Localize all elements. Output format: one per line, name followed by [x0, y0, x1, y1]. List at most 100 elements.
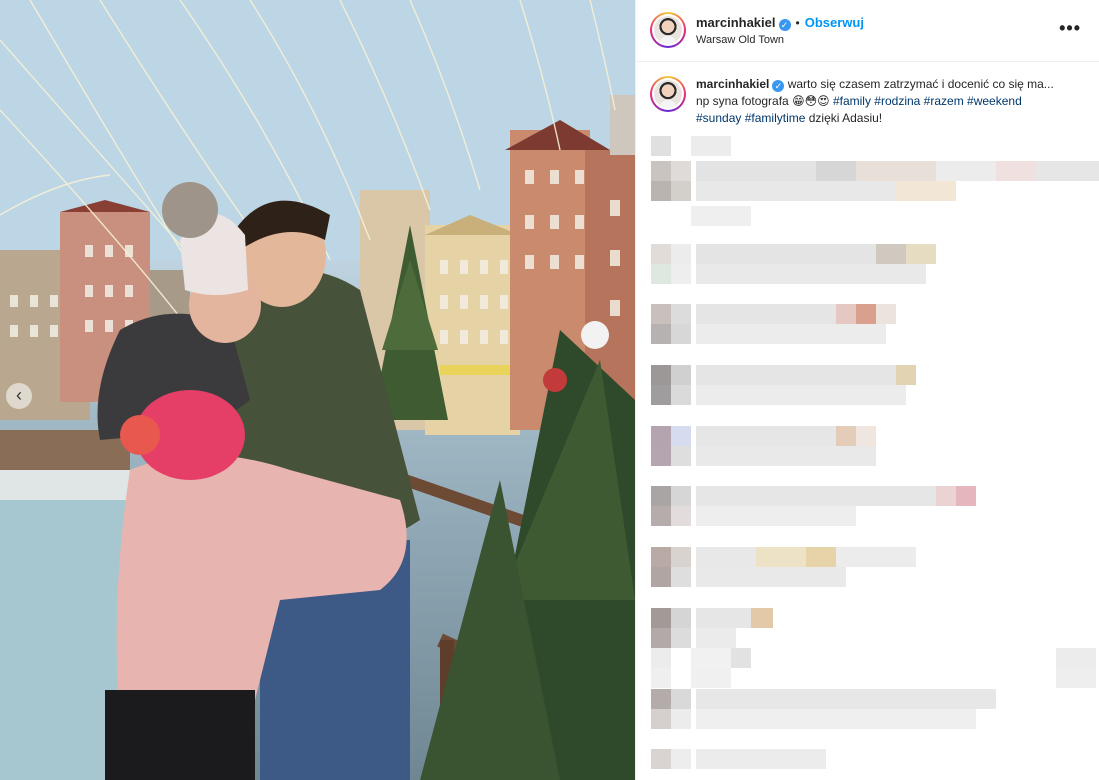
post-header: marcinhakiel ✓ • Obserwuj Warsaw Old Town •… — [636, 0, 1099, 62]
blurred-comment-block — [671, 181, 691, 201]
more-options-icon[interactable]: ••• — [1059, 18, 1081, 39]
location-link[interactable]: Warsaw Old Town — [696, 34, 784, 46]
blurred-comment-block — [856, 304, 876, 324]
blurred-comment-block — [651, 648, 671, 668]
blurred-comment-block — [696, 426, 836, 446]
blurred-comment-block — [696, 324, 886, 344]
hashtag-link[interactable]: #familytime — [745, 111, 806, 125]
blurred-comment-block — [1056, 648, 1096, 668]
separator-dot: • — [795, 16, 800, 30]
blurred-comment-block — [836, 304, 856, 324]
photo-scene — [0, 0, 635, 780]
caption-username-link[interactable]: marcinhakiel — [696, 77, 769, 91]
blurred-comment-block — [671, 628, 691, 648]
blurred-comment-block — [671, 304, 691, 324]
hashtag-link[interactable]: #razem — [924, 94, 964, 108]
blurred-comment-block — [876, 304, 896, 324]
blurred-comment-block — [696, 567, 846, 587]
blurred-comment-block — [956, 486, 976, 506]
header-avatar[interactable] — [650, 12, 686, 48]
header-user-line: marcinhakiel ✓ • Obserwuj — [696, 15, 864, 31]
blurred-comment-block — [651, 181, 671, 201]
blurred-comment-block — [671, 446, 691, 466]
blurred-comment-block — [696, 304, 836, 324]
blurred-comment-block — [651, 365, 671, 385]
blurred-comment-block — [671, 264, 691, 284]
avatar-image — [654, 80, 682, 108]
blurred-comment-block — [996, 161, 1036, 181]
blurred-comment-block — [751, 608, 773, 628]
verified-badge-icon: ✓ — [772, 80, 785, 92]
blurred-comment-block — [671, 161, 691, 181]
blurred-comment-block — [696, 608, 756, 628]
blurred-comment-block — [696, 709, 976, 729]
blurred-comment-block — [671, 749, 691, 769]
blurred-comment-block — [696, 547, 756, 567]
blurred-comment-block — [671, 324, 691, 344]
blurred-comment-block — [651, 385, 671, 405]
hashtag-link[interactable]: #rodzina — [874, 94, 920, 108]
blurred-comment-block — [696, 161, 816, 181]
carousel-prev-button[interactable]: ‹ — [6, 383, 32, 409]
blurred-comment-block — [816, 161, 856, 181]
caption-line-2: np syna fotografa 😁😳😍 — [696, 94, 830, 108]
blurred-comment-block — [696, 749, 826, 769]
header-username-link[interactable]: marcinhakiel — [696, 15, 776, 30]
blurred-comment-block — [906, 244, 936, 264]
blurred-comment-block — [696, 181, 896, 201]
blurred-comment-block — [671, 385, 691, 405]
caption-text: marcinhakiel ✓ warto się czasem zatrzymać… — [696, 76, 1076, 127]
blurred-comment-block — [696, 385, 906, 405]
blurred-comment-block — [671, 567, 691, 587]
blurred-comment-block — [1036, 161, 1099, 181]
hashtag-link[interactable]: #family — [833, 94, 871, 108]
blurred-comment-block — [856, 161, 936, 181]
blurred-comment-block — [651, 486, 671, 506]
blurred-comment-block — [1056, 668, 1096, 688]
follow-button[interactable]: Obserwuj — [805, 15, 864, 30]
blurred-comment-block — [836, 426, 856, 446]
hashtag-link[interactable]: #weekend — [967, 94, 1022, 108]
blurred-comment-block — [696, 628, 736, 648]
blurred-comment-block — [651, 304, 671, 324]
blurred-comment-block — [651, 749, 671, 769]
blurred-comment-block — [651, 628, 671, 648]
blurred-comment-block — [671, 365, 691, 385]
blurred-comment-block — [876, 244, 906, 264]
blurred-comment-block — [691, 668, 731, 688]
blurred-comment-block — [896, 181, 956, 201]
blurred-comment-block — [651, 506, 671, 526]
blurred-comment-block — [651, 567, 671, 587]
caption-line-1: warto się czasem zatrzymać i docenić co … — [787, 77, 1054, 91]
caption: marcinhakiel ✓ warto się czasem zatrzymać… — [636, 62, 1099, 142]
blurred-comment-block — [896, 365, 916, 385]
blurred-comment-block — [651, 689, 671, 709]
blurred-comment-block — [696, 689, 996, 709]
blurred-comment-block — [696, 446, 876, 466]
caption-line-3: dzięki Adasiu! — [808, 111, 883, 125]
post-photo[interactable]: ‹ — [0, 0, 635, 780]
blurred-comment-block — [691, 136, 731, 156]
blurred-comment-block — [696, 486, 936, 506]
blurred-comment-block — [936, 486, 956, 506]
blurred-comment-block — [651, 136, 671, 156]
blurred-comment-block — [651, 324, 671, 344]
blurred-comment-block — [651, 668, 671, 688]
blurred-comment-block — [671, 689, 691, 709]
blurred-comment-block — [671, 426, 691, 446]
avatar-image — [654, 16, 682, 44]
hashtag-link[interactable]: #sunday — [696, 111, 741, 125]
caption-avatar[interactable] — [650, 76, 686, 112]
blurred-comment-block — [651, 426, 671, 446]
blurred-comment-block — [806, 547, 836, 567]
blurred-comment-block — [651, 161, 671, 181]
post-side-panel: marcinhakiel ✓ • Obserwuj Warsaw Old Town •… — [635, 0, 1099, 780]
blurred-comment-block — [691, 206, 751, 226]
blurred-comment-block — [696, 264, 926, 284]
blurred-comment-block — [671, 608, 691, 628]
blurred-comment-block — [651, 244, 671, 264]
blurred-comment-block — [691, 648, 731, 668]
blurred-comment-block — [651, 446, 671, 466]
blurred-comment-block — [856, 426, 876, 446]
blurred-comment-block — [836, 547, 916, 567]
